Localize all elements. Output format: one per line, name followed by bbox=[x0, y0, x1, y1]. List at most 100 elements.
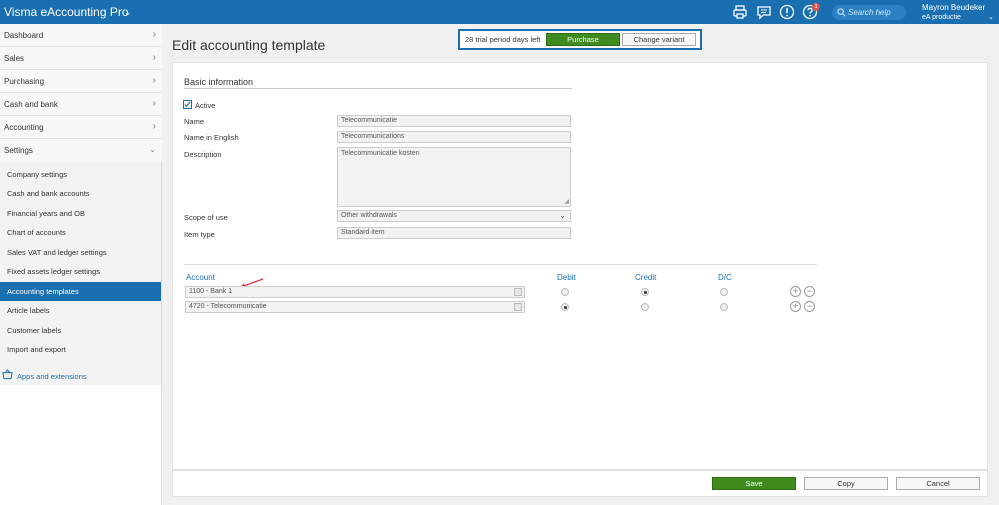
sidebar-item-label: Financial years and OB bbox=[7, 209, 85, 218]
resize-handle-icon[interactable]: ◢ bbox=[564, 198, 569, 205]
sidebar-item-article-labels[interactable]: Article labels bbox=[0, 301, 161, 320]
sidebar-item-company-settings[interactable]: Company settings bbox=[0, 165, 161, 184]
sidebar-item-label: Accounting templates bbox=[7, 287, 79, 296]
sidebar-item-financial-years[interactable]: Financial years and OB bbox=[0, 204, 161, 223]
name-english-field[interactable]: Telecommunications bbox=[337, 131, 571, 143]
user-name[interactable]: Mayron Beudeker bbox=[922, 3, 985, 12]
app-title[interactable]: Visma eAccounting Pro bbox=[4, 5, 129, 19]
sidebar-item-accounting[interactable]: Accounting › bbox=[0, 116, 162, 139]
account-lookup-icon[interactable] bbox=[514, 288, 522, 296]
sidebar-item-label: Cash and bank bbox=[4, 100, 58, 109]
sidebar-item-cash-and-bank-accounts[interactable]: Cash and bank accounts bbox=[0, 184, 161, 203]
debit-radio-row-2[interactable] bbox=[561, 303, 569, 311]
trial-days-text: 28 trial period days left bbox=[465, 35, 541, 44]
remove-row-icon[interactable]: − bbox=[804, 286, 815, 297]
name-english-label: Name in English bbox=[184, 133, 239, 142]
notification-badge: 1 bbox=[812, 3, 820, 11]
apps-and-extensions-label: Apps and extensions bbox=[17, 372, 87, 381]
description-label: Description bbox=[184, 150, 222, 159]
user-menu-chevron-icon[interactable]: ⌄ bbox=[988, 13, 994, 21]
add-row-icon[interactable]: + bbox=[790, 301, 801, 312]
column-header-account: Account bbox=[186, 273, 215, 282]
page-title: Edit accounting template bbox=[172, 37, 326, 53]
chevron-right-icon: › bbox=[152, 29, 156, 40]
chevron-right-icon: › bbox=[152, 52, 156, 63]
account-field-row-2[interactable]: 4720 - Telecommunicatie bbox=[185, 301, 525, 313]
description-field[interactable]: Telecommunicatie kosten ◢ bbox=[337, 147, 571, 207]
sidebar-item-label: Customer labels bbox=[7, 326, 62, 335]
chevron-right-icon: › bbox=[152, 98, 156, 109]
chevron-down-icon: ⌄ bbox=[559, 211, 566, 220]
sidebar-item-accounting-templates[interactable]: Accounting templates bbox=[0, 282, 161, 301]
chevron-right-icon: › bbox=[152, 121, 156, 132]
account-value: 1100 - Bank 1 bbox=[189, 288, 233, 295]
sidebar-item-import-export[interactable]: Import and export bbox=[0, 340, 161, 359]
sidebar-item-cash-and-bank[interactable]: Cash and bank › bbox=[0, 93, 162, 116]
sidebar-item-label: Sales bbox=[4, 54, 25, 63]
sidebar-item-label: Cash and bank accounts bbox=[7, 189, 90, 198]
item-type-field[interactable]: Standard item bbox=[337, 227, 571, 239]
sidebar-item-purchasing[interactable]: Purchasing › bbox=[0, 70, 162, 93]
active-label: Active bbox=[195, 101, 216, 110]
info-alert-icon[interactable] bbox=[779, 4, 795, 20]
settings-submenu: Company settings Cash and bank accounts … bbox=[0, 161, 161, 385]
column-header-credit: Credit bbox=[635, 273, 657, 282]
template-form-card: Basic information Active Name Telecommun… bbox=[172, 62, 988, 470]
scope-of-use-label: Scope of use bbox=[184, 213, 228, 222]
form-footer: Save Copy Cancel bbox=[172, 470, 988, 497]
sidebar-item-fixed-assets[interactable]: Fixed assets ledger settings bbox=[0, 262, 161, 281]
search-icon bbox=[837, 8, 846, 17]
sidebar-item-label: Settings bbox=[4, 146, 33, 155]
sidebar-item-customer-labels[interactable]: Customer labels bbox=[0, 321, 161, 340]
sidebar-item-label: Accounting bbox=[4, 123, 44, 132]
account-value: 4720 - Telecommunicatie bbox=[189, 303, 267, 310]
name-field[interactable]: Telecommunicatie bbox=[337, 115, 571, 127]
debit-radio-row-1[interactable] bbox=[561, 288, 569, 296]
sidebar-item-chart-of-accounts[interactable]: Chart of accounts bbox=[0, 223, 161, 242]
sidebar-item-label: Company settings bbox=[7, 170, 68, 179]
cancel-button[interactable]: Cancel bbox=[896, 477, 980, 490]
sidebar-item-label: Dashboard bbox=[4, 31, 44, 40]
credit-radio-row-2[interactable] bbox=[641, 303, 649, 311]
sidebar-item-dashboard[interactable]: Dashboard › bbox=[0, 24, 162, 47]
sidebar-item-label: Purchasing bbox=[4, 77, 45, 86]
sidebar: Dashboard › Sales › Purchasing › Cash an… bbox=[0, 24, 162, 505]
app-switcher-chevron-icon[interactable]: ⌄ bbox=[124, 7, 132, 18]
scope-of-use-value: Other withdrawals bbox=[341, 212, 398, 219]
change-variant-button[interactable]: Change variant bbox=[622, 33, 696, 46]
column-header-debit: Debit bbox=[557, 273, 576, 282]
description-value: Telecommunicatie kosten bbox=[341, 150, 420, 157]
sidebar-item-sales[interactable]: Sales › bbox=[0, 47, 162, 70]
search-box[interactable] bbox=[832, 5, 906, 20]
section-title: Basic information bbox=[184, 77, 254, 87]
add-row-icon[interactable]: + bbox=[790, 286, 801, 297]
active-checkbox[interactable] bbox=[183, 100, 192, 109]
purchase-button[interactable]: Purchase bbox=[546, 33, 620, 46]
shopping-basket-icon bbox=[2, 369, 13, 380]
chevron-down-icon: ⌄ bbox=[149, 145, 156, 154]
apps-and-extensions-link[interactable]: Apps and extensions bbox=[0, 366, 161, 386]
account-lookup-icon[interactable] bbox=[514, 303, 522, 311]
trial-banner: 28 trial period days left Purchase Chang… bbox=[458, 29, 702, 50]
save-button[interactable]: Save bbox=[712, 477, 796, 490]
dc-radio-row-1[interactable] bbox=[720, 288, 728, 296]
table-divider bbox=[184, 264, 817, 265]
remove-row-icon[interactable]: − bbox=[804, 301, 815, 312]
sidebar-item-label: Article labels bbox=[7, 306, 50, 315]
copy-button[interactable]: Copy bbox=[804, 477, 888, 490]
name-label: Name bbox=[184, 117, 205, 126]
dc-radio-row-2[interactable] bbox=[720, 303, 728, 311]
sidebar-item-label: Sales VAT and ledger settings bbox=[7, 248, 107, 257]
sidebar-item-settings[interactable]: Settings ⌄ bbox=[0, 139, 162, 162]
section-divider bbox=[184, 88, 572, 89]
credit-radio-row-1[interactable] bbox=[641, 288, 649, 296]
sidebar-item-sales-vat[interactable]: Sales VAT and ledger settings bbox=[0, 243, 161, 262]
user-org[interactable]: eA productie bbox=[922, 14, 961, 21]
search-input[interactable] bbox=[848, 6, 904, 19]
scope-of-use-select[interactable]: Other withdrawals ⌄ bbox=[337, 210, 571, 222]
chevron-right-icon: › bbox=[152, 75, 156, 86]
account-field-row-1[interactable]: 1100 - Bank 1 bbox=[185, 286, 525, 298]
print-icon[interactable] bbox=[732, 4, 748, 20]
chat-icon[interactable] bbox=[756, 4, 772, 20]
column-header-dc: D/C bbox=[718, 273, 732, 282]
